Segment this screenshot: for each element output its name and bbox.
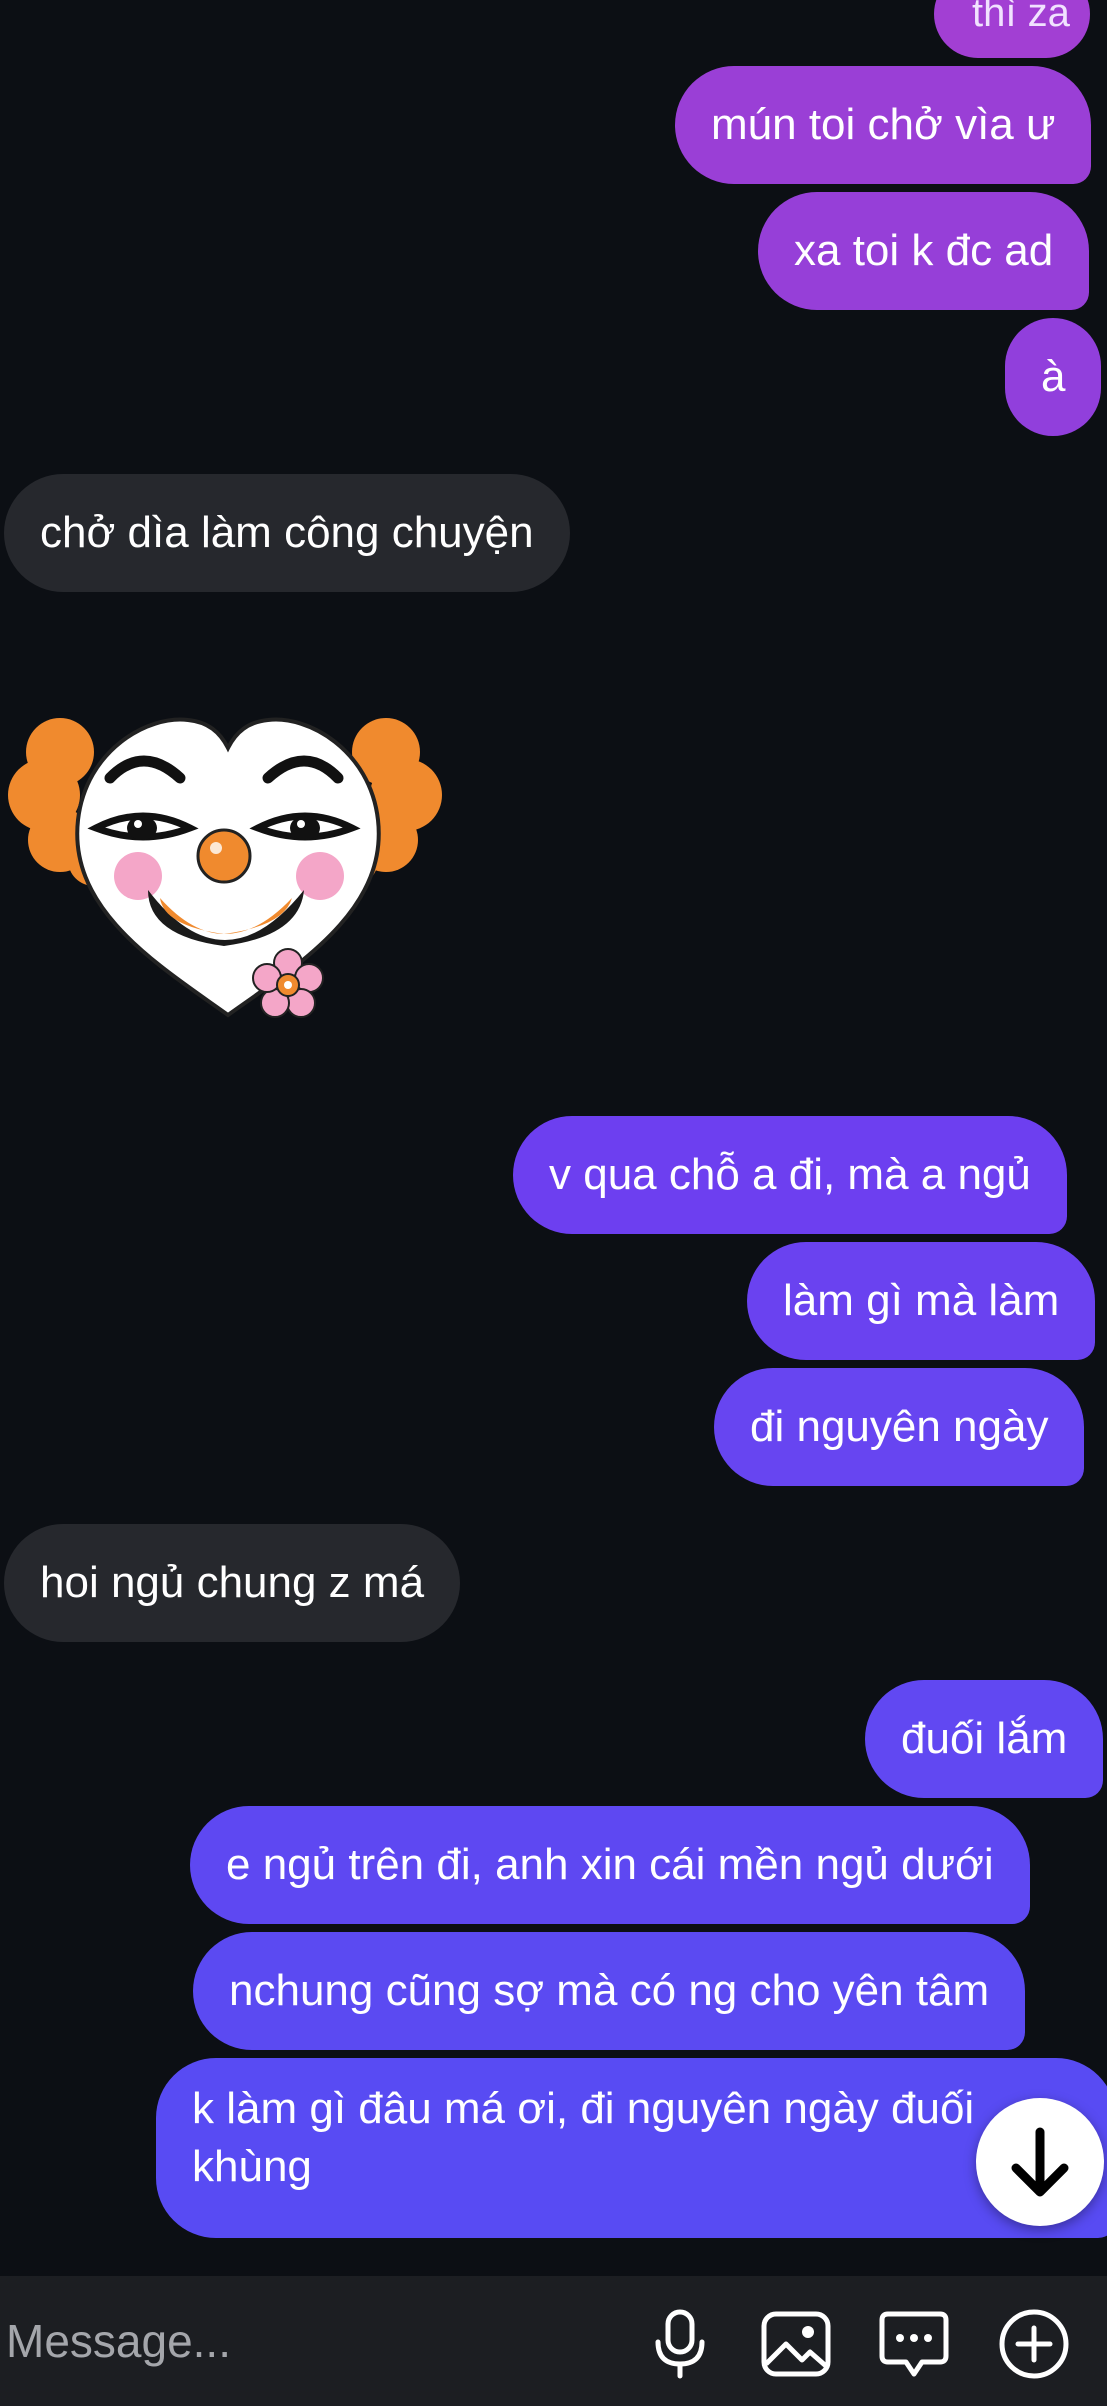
message-bubble-outgoing[interactable]: à xyxy=(1005,318,1102,436)
sticker-button[interactable] xyxy=(874,2304,954,2384)
add-button[interactable] xyxy=(994,2304,1074,2384)
message-text: v qua chỗ a đi, mà a ngủ xyxy=(549,1150,1031,1199)
image-icon xyxy=(761,2311,831,2377)
message-text: e ngủ trên đi, anh xin cái mền ngủ dưới xyxy=(226,1840,994,1889)
message-input[interactable] xyxy=(0,2276,620,2406)
message-bubble-outgoing[interactable]: thì za xyxy=(934,0,1090,58)
gallery-button[interactable] xyxy=(756,2304,836,2384)
message-bubble-outgoing[interactable]: k làm gì đâu má ơi, đi nguyên ngày đuối … xyxy=(156,2058,1107,2238)
message-bubble-incoming[interactable]: hoi ngủ chung z má xyxy=(4,1524,461,1642)
microphone-button[interactable] xyxy=(640,2304,720,2384)
scroll-to-bottom-button[interactable] xyxy=(976,2098,1104,2226)
message-bubble-outgoing[interactable]: đi nguyên ngày xyxy=(714,1368,1085,1486)
message-bubble-outgoing[interactable]: mún toi chở vìa ư xyxy=(675,66,1092,184)
message-text: hoi ngủ chung z má xyxy=(40,1558,425,1607)
message-composer xyxy=(0,2276,1107,2406)
microphone-icon xyxy=(655,2309,705,2379)
message-bubble-outgoing[interactable]: xa toi k đc ad xyxy=(758,192,1090,310)
message-text: thì za xyxy=(972,0,1070,35)
arrow-down-icon xyxy=(1011,2127,1069,2197)
message-text: xa toi k đc ad xyxy=(794,226,1054,275)
clown-heart-icon xyxy=(8,717,442,1018)
chat-screen: thì za mún toi chở vìa ư xa toi k đc ad … xyxy=(0,0,1107,2406)
message-bubble-outgoing[interactable]: nchung cũng sợ mà có ng cho yên tâm xyxy=(193,1932,1026,2050)
message-text: đuối lắm xyxy=(901,1714,1068,1763)
message-bubble-outgoing[interactable]: làm gì mà làm xyxy=(747,1242,1096,1360)
plus-icon xyxy=(999,2309,1069,2379)
clown-heart-sticker[interactable] xyxy=(8,700,448,1040)
message-text: chở dìa làm công chuyện xyxy=(40,508,534,557)
message-text: nchung cũng sợ mà có ng cho yên tâm xyxy=(229,1966,990,2015)
message-bubble-outgoing[interactable]: e ngủ trên đi, anh xin cái mền ngủ dưới xyxy=(190,1806,1030,1924)
message-bubble-outgoing[interactable]: v qua chỗ a đi, mà a ngủ xyxy=(513,1116,1067,1234)
sticker-icon xyxy=(879,2311,949,2377)
message-text: mún toi chở vìa ư xyxy=(711,100,1056,149)
message-bubble-outgoing[interactable]: đuối lắm xyxy=(865,1680,1104,1798)
message-text: à xyxy=(1041,352,1066,401)
message-text: làm gì mà làm xyxy=(783,1276,1060,1325)
message-text: đi nguyên ngày xyxy=(750,1402,1049,1451)
message-bubble-incoming[interactable]: chở dìa làm công chuyện xyxy=(4,474,570,592)
message-text: k làm gì đâu má ơi, đi nguyên ngày đuối … xyxy=(192,2084,975,2191)
